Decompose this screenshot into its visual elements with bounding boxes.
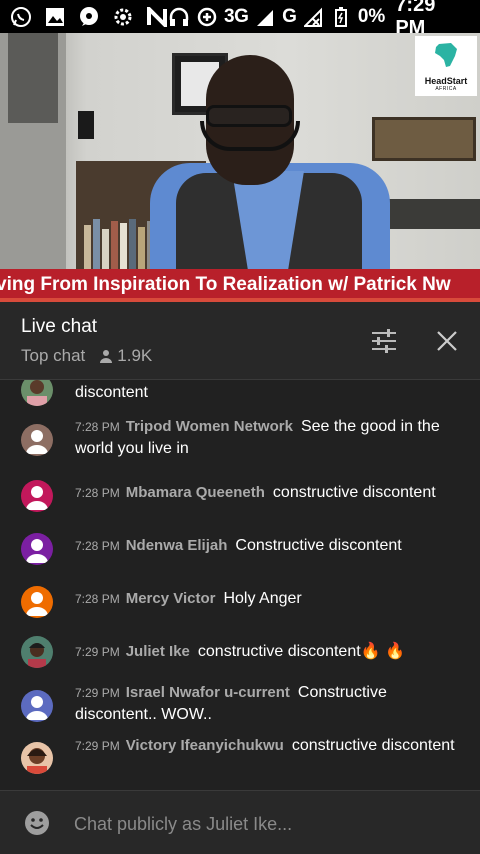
chat-input[interactable] xyxy=(74,811,464,837)
network-type-label-2: G xyxy=(282,5,297,27)
message-author[interactable]: Mbamara Queeneth xyxy=(126,484,265,501)
network-type-label: 3G xyxy=(224,5,249,27)
message-time: 7:28 PM xyxy=(75,539,120,553)
logo-text: HeadStart xyxy=(424,76,468,86)
emoji-icon[interactable] xyxy=(24,810,50,836)
message-author[interactable]: Victory Ifeanyichukwu xyxy=(126,737,284,754)
filter-sliders-icon[interactable] xyxy=(370,328,398,354)
africa-map-icon xyxy=(435,43,457,67)
message-author[interactable]: Israel Nwafor u-current xyxy=(126,684,290,701)
notification-icons xyxy=(10,6,168,28)
chat-bubble-icon xyxy=(78,6,100,28)
message-author[interactable]: Juliet Ike xyxy=(126,643,190,660)
message-text: constructive discontent xyxy=(291,737,455,754)
signal-icon xyxy=(254,6,276,28)
headphones-icon xyxy=(168,6,190,28)
message-text: constructive discontent🔥 🔥 xyxy=(197,643,405,660)
message-author[interactable]: Tripod Women Network xyxy=(126,418,293,435)
headstart-logo: HeadStart AFRICA xyxy=(415,36,477,96)
message-text: Constructive discontent xyxy=(235,537,402,554)
video-speaker xyxy=(78,111,94,139)
viewer-count: 1.9K xyxy=(99,346,152,366)
message-author[interactable]: Mercy Victor xyxy=(126,590,216,607)
live-chat-header: Live chat Top chat 1.9K xyxy=(0,302,480,380)
logo-subtext: AFRICA xyxy=(435,86,457,92)
whatsapp-icon xyxy=(10,6,32,28)
avatar[interactable] xyxy=(21,636,53,668)
image-icon xyxy=(44,6,66,28)
close-icon[interactable] xyxy=(436,330,458,352)
signal-off-icon xyxy=(302,6,324,28)
settings-icon xyxy=(112,6,134,28)
message-time: 7:28 PM xyxy=(75,420,120,434)
chat-message-list[interactable]: discontent 7:28 PM Tripod Women Network Se… xyxy=(0,380,480,790)
video-speaker-headset xyxy=(200,121,300,151)
avatar[interactable] xyxy=(21,742,53,774)
battery-icon xyxy=(330,6,352,28)
avatar[interactable] xyxy=(21,690,53,722)
message-time: 7:29 PM xyxy=(75,739,120,753)
message-author[interactable]: Ndenwa Elijah xyxy=(126,537,228,554)
person-icon xyxy=(100,350,113,363)
battery-percent: 0% xyxy=(357,5,386,27)
n-logo-icon xyxy=(146,6,168,28)
message-time: 7:29 PM xyxy=(75,686,120,700)
status-bar: 3G G 0% 7:29 PM xyxy=(0,0,480,39)
chat-input-bar xyxy=(0,790,480,854)
message-text: constructive discontent xyxy=(272,484,436,501)
avatar[interactable] xyxy=(21,480,53,512)
message-time: 7:28 PM xyxy=(75,592,120,606)
avatar[interactable] xyxy=(21,380,53,406)
video-player[interactable]: HeadStart AFRICA xyxy=(0,33,480,269)
avatar[interactable] xyxy=(21,586,53,618)
message-time: 7:28 PM xyxy=(75,486,120,500)
message-time: 7:29 PM xyxy=(75,645,120,659)
avatar[interactable] xyxy=(21,533,53,565)
viewer-count-value: 1.9K xyxy=(117,346,153,365)
avatar[interactable] xyxy=(21,424,53,456)
title-ticker: ving From Inspiration To Realization w/ … xyxy=(0,269,480,302)
message-text: Holy Anger xyxy=(223,590,302,607)
ticker-text: ving From Inspiration To Realization w/ … xyxy=(0,274,451,295)
message-text: discontent xyxy=(75,384,148,401)
video-door xyxy=(0,33,66,269)
chat-mode-selector[interactable]: Top chat 1.9K xyxy=(21,346,152,366)
live-chat-title: Live chat xyxy=(21,316,98,337)
chat-mode-label: Top chat xyxy=(21,346,86,365)
video-painting xyxy=(372,117,476,161)
data-saver-icon xyxy=(196,6,218,28)
